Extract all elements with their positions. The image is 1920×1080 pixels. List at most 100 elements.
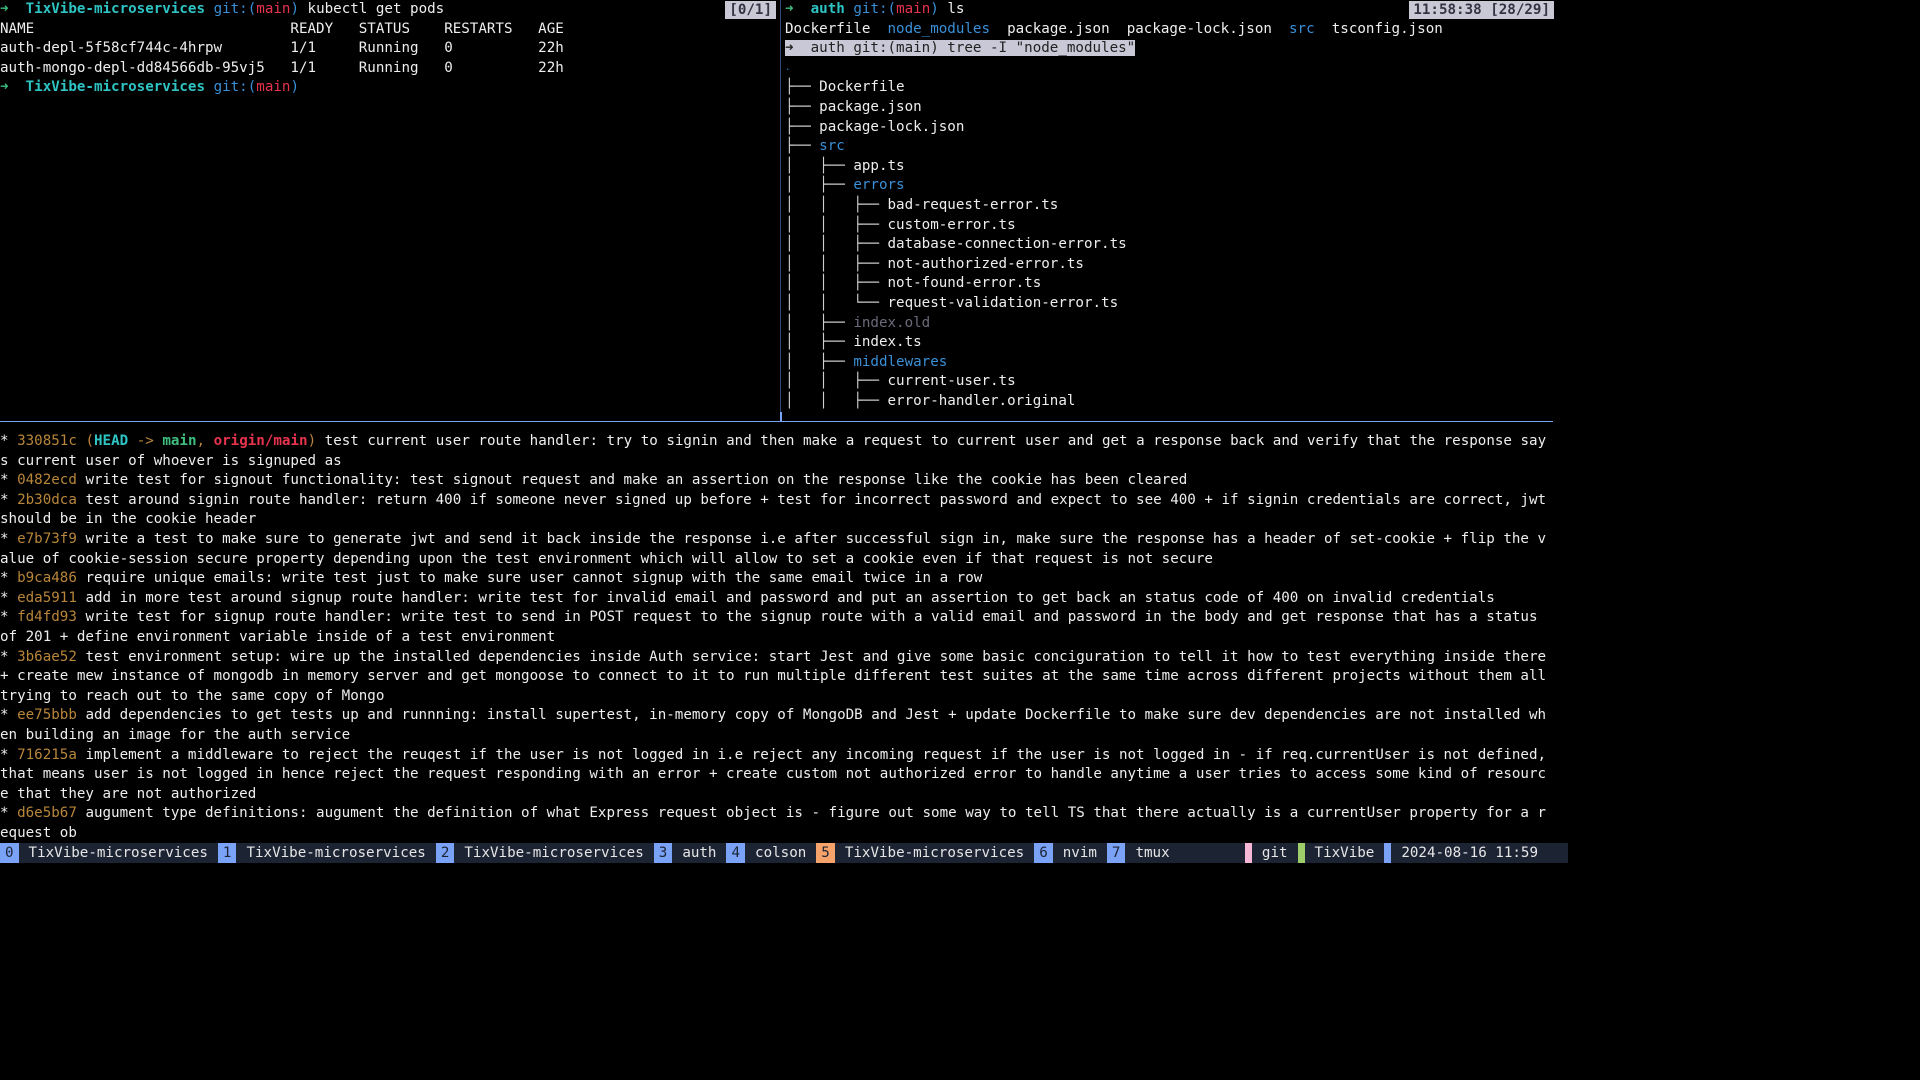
git-log-entry: * eda5911 add in more test around signup…: [0, 589, 1553, 609]
tree-branch: │ │ ├──: [785, 196, 888, 213]
tree-entry: ├── package-lock.json: [785, 118, 1568, 138]
pod-cell: Running: [358, 59, 445, 76]
column-header: NAME: [0, 20, 291, 37]
tree-file-name: app.ts: [853, 157, 905, 174]
git-log-entry: * 3b6ae52 test environment setup: wire u…: [0, 648, 1553, 707]
pod-cell: 22h: [538, 40, 564, 57]
terminal-pane-bottom-git-log[interactable]: * 330851c (HEAD -> main, origin/main) te…: [0, 432, 1568, 842]
tmux-window-tab[interactable]: 2 TixVibe-microservices: [435, 843, 654, 863]
tmux-window-tab[interactable]: 3 auth: [653, 843, 727, 863]
ls-entry: Dockerfile: [785, 20, 871, 37]
window-name: auth: [682, 845, 717, 861]
git-log-entry: * d6e5b67 augument type definitions: aug…: [0, 804, 1553, 842]
window-index: 2: [435, 843, 455, 863]
tree-entry: │ │ ├── current-user.ts: [785, 372, 1568, 392]
window-index: 5: [816, 843, 835, 863]
commit-hash: 2b30dca: [17, 491, 77, 508]
pod-cell: 1/1: [290, 59, 359, 76]
window-name: tmux: [1135, 845, 1170, 861]
commit-message: test around signin route handler: return…: [0, 491, 1555, 528]
tree-file-name: not-found-error.ts: [887, 275, 1042, 292]
tree-entry: ├── src: [785, 137, 1568, 157]
commit-message: write test for signup route handler: wri…: [0, 609, 1547, 645]
tmux-window-tab[interactable]: 1 TixVibe-microservices: [217, 843, 436, 863]
ls-output: Dockerfile node_modules package.json pac…: [785, 20, 1568, 40]
tree-directory-name: middlewares: [853, 353, 948, 370]
commit-hash: ee75bbb: [17, 707, 77, 724]
tree-root: .: [785, 62, 791, 73]
git-log-entry: * 716215a implement a middleware to reje…: [0, 746, 1553, 805]
tree-branch: │ ├──: [785, 314, 854, 331]
tree-entry: │ │ ├── bad-request-error.ts: [785, 196, 1568, 216]
pod-cell: auth-mongo-depl-dd84566db-95vj5: [0, 59, 291, 76]
tree-branch: │ │ ├──: [785, 275, 888, 292]
pane-clock-badge: 11:58:38 [28/29]: [1409, 1, 1554, 19]
commit-hash: 330851c: [17, 433, 77, 449]
commit-hash: fd4fd93: [17, 609, 77, 626]
tmux-window-tab[interactable]: 4 colson: [726, 843, 816, 863]
tree-file-name: request-validation-error.ts: [887, 294, 1119, 311]
commit-message: implement a middleware to reject the reu…: [0, 746, 1555, 802]
column-header: READY: [290, 20, 359, 37]
commit-message: require unique emails: write test just t…: [85, 570, 983, 587]
pane-divider-horizontal[interactable]: [0, 421, 1553, 422]
commit-hash: e7b73f9: [17, 530, 77, 547]
tree-branch: │ │ ├──: [785, 236, 888, 253]
terminal-pane-right[interactable]: ➜ auth git:(main) ls Dockerfile node_mod…: [785, 0, 1568, 418]
column-header: STATUS: [358, 20, 445, 37]
tree-file-name: Dockerfile: [819, 79, 905, 96]
tree-file-name: error-handler.original: [887, 392, 1076, 409]
commit-message: augument type definitions: augument the …: [0, 805, 1547, 841]
commit-hash: 3b6ae52: [17, 648, 77, 665]
tree-entry: │ │ ├── database-connection-error.ts: [785, 235, 1568, 255]
window-name: colson: [755, 845, 807, 861]
window-name: TixVibe-microservices: [246, 845, 426, 861]
status-segment-marker: [1244, 843, 1252, 863]
ref-comma: ,: [196, 433, 214, 449]
tree-branch: ├──: [785, 138, 820, 155]
status-right: git TixVibe 2024-08-16 11:59: [1244, 843, 1548, 863]
tree-branch: │ ├──: [785, 157, 854, 174]
pod-row: auth-depl-5f58cf744c-4hrpw 1/1 Running 0…: [0, 39, 780, 59]
tree-entry: │ │ ├── error-handler.original: [785, 392, 1568, 412]
git-log-entry: * 330851c (HEAD -> main, origin/main) te…: [0, 432, 1553, 471]
tree-branch: │ ├──: [785, 353, 854, 370]
git-log-entry: * 2b30dca test around signin route handl…: [0, 491, 1553, 530]
tmux-window-tab[interactable]: 7 tmux: [1106, 843, 1180, 863]
commit-hash: eda5911: [17, 589, 77, 606]
git-log-entry: * e7b73f9 write a test to make sure to g…: [0, 530, 1553, 569]
graph-marker: *: [0, 746, 18, 763]
graph-marker: *: [0, 648, 18, 665]
ref-head: HEAD: [93, 433, 129, 449]
status-segment-label: git: [1261, 845, 1288, 861]
tmux-window-tab[interactable]: 6 nvim: [1034, 843, 1107, 863]
tree-entry: │ │ ├── not-found-error.ts: [785, 274, 1568, 294]
tree-branch: ├──: [785, 98, 820, 115]
status-segment-marker: [1297, 843, 1305, 863]
tree-entry: ├── package.json: [785, 98, 1568, 118]
graph-marker: *: [0, 609, 18, 626]
window-index: 3: [653, 843, 673, 863]
pod-cell: 0: [444, 59, 539, 76]
tmux-window-tab[interactable]: 5 TixVibe-microservices: [816, 843, 1034, 863]
tree-branch: │ ├──: [785, 334, 854, 351]
window-index: 1: [217, 843, 237, 863]
commit-hash: 0482ecd: [17, 472, 77, 489]
commit-message: add dependencies to get tests up and run…: [0, 707, 1547, 743]
window-name: TixVibe-microservices: [28, 845, 208, 861]
tree-command-line: ➜ auth git:(main) tree -I "node_modules": [785, 40, 1136, 57]
tree-branch: ├──: [785, 79, 820, 96]
terminal-pane-left[interactable]: ➜ TixVibe-microservices git:(main) kubec…: [0, 0, 780, 418]
commit-message: test environment setup: wire up the inst…: [0, 648, 1555, 704]
ref-origin-main: origin/main: [213, 433, 308, 449]
graph-marker: *: [0, 472, 18, 489]
window-name: TixVibe-microservices: [464, 845, 644, 861]
commit-message: write test for signout functionality: te…: [85, 472, 1188, 489]
shell-prompt-line-2: ➜ TixVibe-microservices git:(main): [0, 79, 299, 96]
commit-hash: 716215a: [17, 746, 77, 763]
tree-entry: │ ├── app.ts: [785, 157, 1568, 177]
tree-entry: │ │ └── request-validation-error.ts: [785, 294, 1568, 314]
git-log-entry: * 0482ecd write test for signout functio…: [0, 471, 1553, 491]
tmux-window-tab[interactable]: 0 TixVibe-microservices: [0, 843, 218, 863]
pane-divider-vertical[interactable]: [780, 0, 781, 420]
